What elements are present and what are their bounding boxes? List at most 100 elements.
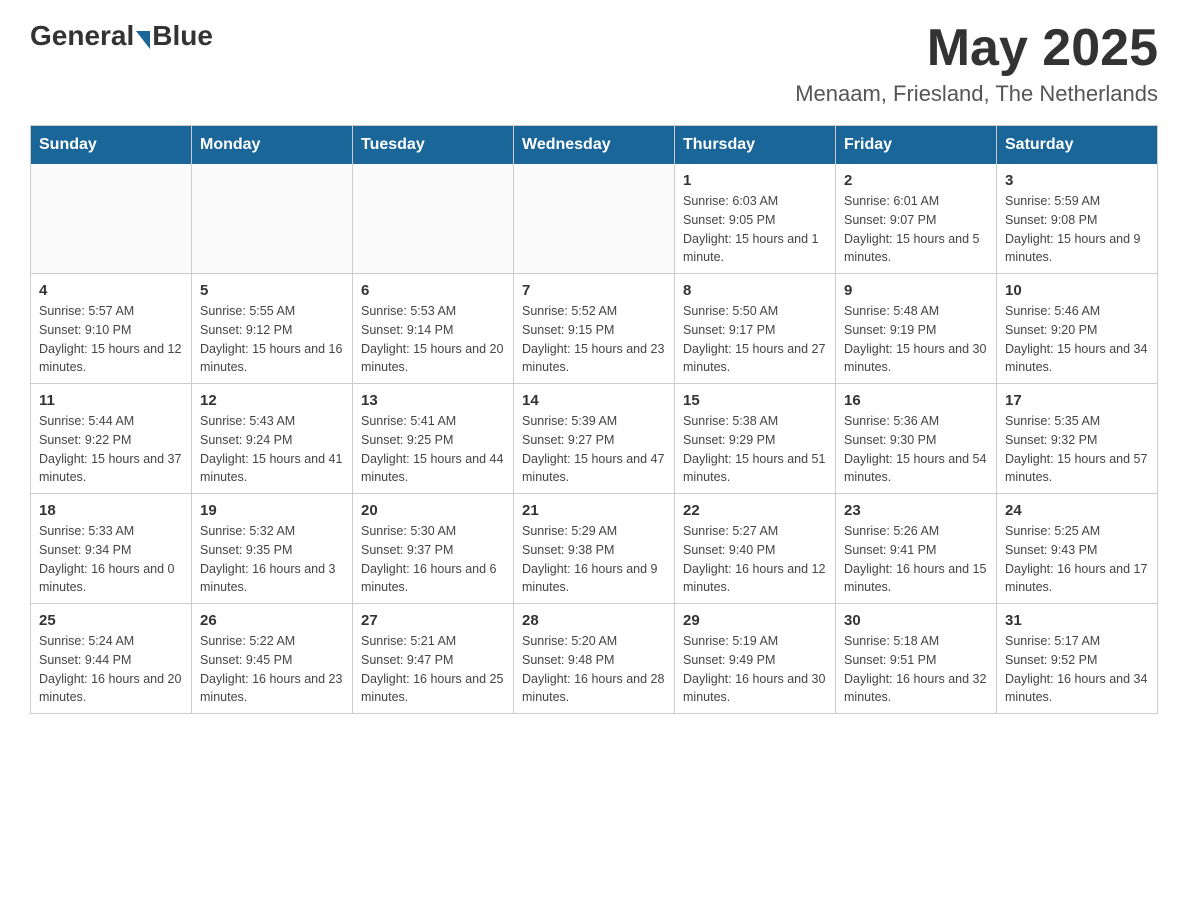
calendar-cell: 23 Sunrise: 5:26 AMSunset: 9:41 PMDayligh… — [836, 494, 997, 604]
calendar-cell: 16 Sunrise: 5:36 AMSunset: 9:30 PMDayligh… — [836, 384, 997, 494]
calendar-cell: 13 Sunrise: 5:41 AMSunset: 9:25 PMDayligh… — [353, 384, 514, 494]
day-number: 23 — [844, 502, 988, 519]
day-number: 11 — [39, 392, 183, 409]
calendar-cell: 7Sunrise: 5:52 AMSunset: 9:15 PMDaylight… — [514, 274, 675, 384]
day-info-text: Sunrise: 5:20 AMSunset: 9:48 PMDaylight:… — [522, 632, 666, 707]
day-info-text: Sunrise: 5:30 AMSunset: 9:37 PMDaylight:… — [361, 522, 505, 597]
calendar-cell: 28 Sunrise: 5:20 AMSunset: 9:48 PMDayligh… — [514, 604, 675, 714]
calendar-cell: 26Sunrise: 5:22 AMSunset: 9:45 PMDayligh… — [192, 604, 353, 714]
calendar-cell: 24 Sunrise: 5:25 AMSunset: 9:43 PMDayligh… — [997, 494, 1158, 604]
day-info-text: Sunrise: 6:03 AMSunset: 9:05 PMDaylight:… — [683, 192, 827, 267]
day-number: 13 — [361, 392, 505, 409]
day-info-text: Sunrise: 5:27 AMSunset: 9:40 PMDaylight:… — [683, 522, 827, 597]
day-number: 30 — [844, 612, 988, 629]
logo-general-text: General — [30, 20, 134, 52]
day-of-week-header: Tuesday — [353, 126, 514, 165]
day-number: 24 — [1005, 502, 1149, 519]
calendar-cell — [31, 164, 192, 274]
day-number: 1 — [683, 172, 827, 189]
location-subtitle: Menaam, Friesland, The Netherlands — [795, 81, 1158, 107]
day-number: 15 — [683, 392, 827, 409]
day-of-week-header: Thursday — [675, 126, 836, 165]
day-number: 8 — [683, 282, 827, 299]
day-number: 4 — [39, 282, 183, 299]
day-number: 9 — [844, 282, 988, 299]
day-info-text: Sunrise: 5:17 AMSunset: 9:52 PMDaylight:… — [1005, 632, 1149, 707]
day-info-text: Sunrise: 5:44 AMSunset: 9:22 PMDaylight:… — [39, 412, 183, 487]
day-info-text: Sunrise: 5:22 AMSunset: 9:45 PMDaylight:… — [200, 632, 344, 707]
logo-arrow-icon — [136, 31, 150, 49]
calendar-cell: 11 Sunrise: 5:44 AMSunset: 9:22 PMDayligh… — [31, 384, 192, 494]
day-number: 18 — [39, 502, 183, 519]
day-number: 5 — [200, 282, 344, 299]
day-number: 3 — [1005, 172, 1149, 189]
calendar-cell — [192, 164, 353, 274]
calendar-cell: 19Sunrise: 5:32 AMSunset: 9:35 PMDayligh… — [192, 494, 353, 604]
calendar-cell: 5 Sunrise: 5:55 AMSunset: 9:12 PMDaylight… — [192, 274, 353, 384]
day-info-text: Sunrise: 5:46 AMSunset: 9:20 PMDaylight:… — [1005, 302, 1149, 377]
logo: General Blue — [30, 20, 213, 52]
calendar-week-row: 4 Sunrise: 5:57 AMSunset: 9:10 PMDaylight… — [31, 274, 1158, 384]
day-info-text: Sunrise: 6:01 AMSunset: 9:07 PMDaylight:… — [844, 192, 988, 267]
day-info-text: Sunrise: 5:41 AMSunset: 9:25 PMDaylight:… — [361, 412, 505, 487]
day-info-text: Sunrise: 5:39 AMSunset: 9:27 PMDaylight:… — [522, 412, 666, 487]
calendar-cell: 12Sunrise: 5:43 AMSunset: 9:24 PMDayligh… — [192, 384, 353, 494]
month-year-title: May 2025 — [795, 20, 1158, 77]
calendar-cell: 3Sunrise: 5:59 AMSunset: 9:08 PMDaylight… — [997, 164, 1158, 274]
day-number: 6 — [361, 282, 505, 299]
day-info-text: Sunrise: 5:35 AMSunset: 9:32 PMDaylight:… — [1005, 412, 1149, 487]
calendar-header-row: SundayMondayTuesdayWednesdayThursdayFrid… — [31, 126, 1158, 165]
calendar-cell: 25 Sunrise: 5:24 AMSunset: 9:44 PMDayligh… — [31, 604, 192, 714]
day-of-week-header: Friday — [836, 126, 997, 165]
calendar-cell: 4 Sunrise: 5:57 AMSunset: 9:10 PMDaylight… — [31, 274, 192, 384]
calendar-cell: 27Sunrise: 5:21 AMSunset: 9:47 PMDayligh… — [353, 604, 514, 714]
calendar-cell — [353, 164, 514, 274]
day-number: 10 — [1005, 282, 1149, 299]
day-number: 7 — [522, 282, 666, 299]
day-number: 17 — [1005, 392, 1149, 409]
calendar-cell: 21Sunrise: 5:29 AMSunset: 9:38 PMDayligh… — [514, 494, 675, 604]
day-info-text: Sunrise: 5:33 AMSunset: 9:34 PMDaylight:… — [39, 522, 183, 597]
page-header: General Blue May 2025 Menaam, Friesland,… — [30, 20, 1158, 107]
calendar-cell: 15Sunrise: 5:38 AMSunset: 9:29 PMDayligh… — [675, 384, 836, 494]
day-info-text: Sunrise: 5:53 AMSunset: 9:14 PMDaylight:… — [361, 302, 505, 377]
calendar-cell: 1 Sunrise: 6:03 AMSunset: 9:05 PMDaylight… — [675, 164, 836, 274]
calendar-cell: 18 Sunrise: 5:33 AMSunset: 9:34 PMDayligh… — [31, 494, 192, 604]
calendar-cell: 9 Sunrise: 5:48 AMSunset: 9:19 PMDaylight… — [836, 274, 997, 384]
calendar-cell: 2 Sunrise: 6:01 AMSunset: 9:07 PMDaylight… — [836, 164, 997, 274]
calendar-cell: 31 Sunrise: 5:17 AMSunset: 9:52 PMDayligh… — [997, 604, 1158, 714]
day-info-text: Sunrise: 5:55 AMSunset: 9:12 PMDaylight:… — [200, 302, 344, 377]
day-info-text: Sunrise: 5:32 AMSunset: 9:35 PMDaylight:… — [200, 522, 344, 597]
day-number: 12 — [200, 392, 344, 409]
day-info-text: Sunrise: 5:18 AMSunset: 9:51 PMDaylight:… — [844, 632, 988, 707]
calendar-cell: 8Sunrise: 5:50 AMSunset: 9:17 PMDaylight… — [675, 274, 836, 384]
day-of-week-header: Monday — [192, 126, 353, 165]
calendar-cell: 14Sunrise: 5:39 AMSunset: 9:27 PMDayligh… — [514, 384, 675, 494]
day-info-text: Sunrise: 5:36 AMSunset: 9:30 PMDaylight:… — [844, 412, 988, 487]
day-info-text: Sunrise: 5:19 AMSunset: 9:49 PMDaylight:… — [683, 632, 827, 707]
calendar-week-row: 11 Sunrise: 5:44 AMSunset: 9:22 PMDayligh… — [31, 384, 1158, 494]
day-info-text: Sunrise: 5:26 AMSunset: 9:41 PMDaylight:… — [844, 522, 988, 597]
calendar-week-row: 18 Sunrise: 5:33 AMSunset: 9:34 PMDayligh… — [31, 494, 1158, 604]
calendar-cell: 22 Sunrise: 5:27 AMSunset: 9:40 PMDayligh… — [675, 494, 836, 604]
day-number: 28 — [522, 612, 666, 629]
calendar-cell: 6 Sunrise: 5:53 AMSunset: 9:14 PMDaylight… — [353, 274, 514, 384]
calendar-cell: 10 Sunrise: 5:46 AMSunset: 9:20 PMDayligh… — [997, 274, 1158, 384]
title-block: May 2025 Menaam, Friesland, The Netherla… — [795, 20, 1158, 107]
day-number: 31 — [1005, 612, 1149, 629]
day-of-week-header: Sunday — [31, 126, 192, 165]
day-number: 16 — [844, 392, 988, 409]
day-info-text: Sunrise: 5:57 AMSunset: 9:10 PMDaylight:… — [39, 302, 183, 377]
logo-blue-text: Blue — [152, 20, 213, 52]
calendar-week-row: 25 Sunrise: 5:24 AMSunset: 9:44 PMDayligh… — [31, 604, 1158, 714]
day-info-text: Sunrise: 5:24 AMSunset: 9:44 PMDaylight:… — [39, 632, 183, 707]
day-info-text: Sunrise: 5:48 AMSunset: 9:19 PMDaylight:… — [844, 302, 988, 377]
day-number: 2 — [844, 172, 988, 189]
calendar-cell — [514, 164, 675, 274]
day-info-text: Sunrise: 5:25 AMSunset: 9:43 PMDaylight:… — [1005, 522, 1149, 597]
calendar-cell: 29Sunrise: 5:19 AMSunset: 9:49 PMDayligh… — [675, 604, 836, 714]
day-number: 25 — [39, 612, 183, 629]
calendar-cell: 17 Sunrise: 5:35 AMSunset: 9:32 PMDayligh… — [997, 384, 1158, 494]
calendar-cell: 20Sunrise: 5:30 AMSunset: 9:37 PMDayligh… — [353, 494, 514, 604]
day-number: 22 — [683, 502, 827, 519]
